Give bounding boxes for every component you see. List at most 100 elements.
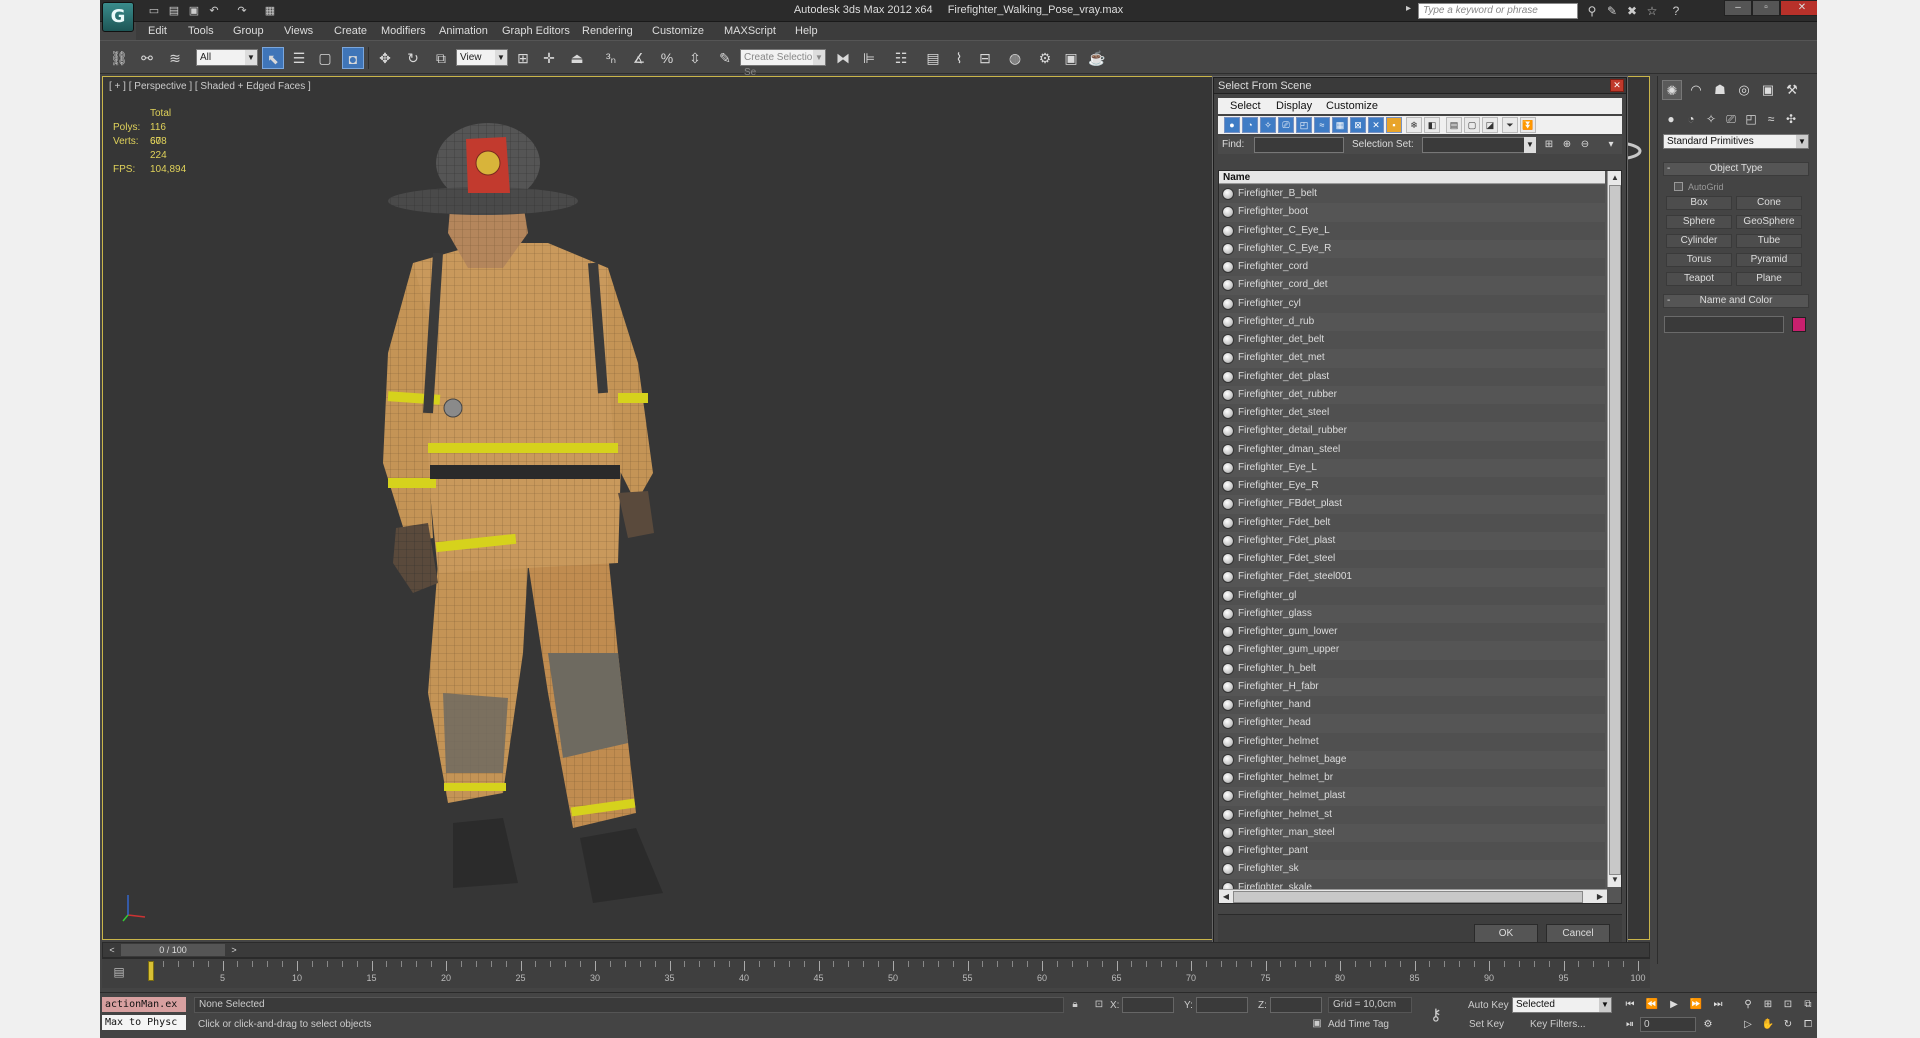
current-frame-field[interactable]: 0 — [1640, 1017, 1696, 1032]
list-item[interactable]: Firefighter_glass — [1219, 604, 1605, 623]
z-coordinate-field[interactable] — [1270, 997, 1322, 1013]
box-button[interactable]: Box — [1666, 196, 1732, 210]
menu-customize[interactable]: Customize — [652, 25, 704, 37]
list-item[interactable]: Firefighter_B_belt — [1219, 185, 1605, 204]
menu-views[interactable]: Views — [284, 25, 313, 37]
torus-button[interactable]: Torus — [1666, 253, 1732, 267]
list-item[interactable]: Firefighter_det_plast — [1219, 367, 1605, 386]
maximize-button[interactable]: ▫ — [1752, 0, 1780, 16]
select-none-icon[interactable]: ▢ — [1464, 117, 1480, 133]
display-frozen-icon[interactable]: ❄ — [1406, 117, 1422, 133]
list-item[interactable]: Firefighter_C_Eye_L — [1219, 221, 1605, 240]
list-item[interactable]: Firefighter_helmet_br — [1219, 769, 1605, 788]
name-column-header[interactable]: Name — [1219, 171, 1605, 184]
list-item[interactable]: Firefighter_d_rub — [1219, 312, 1605, 331]
list-item[interactable]: Firefighter_C_Eye_R — [1219, 239, 1605, 258]
plane-button[interactable]: Plane — [1736, 272, 1802, 286]
display-bones-icon[interactable]: ✕ — [1368, 117, 1384, 133]
angle-snap-icon[interactable]: ∡ — [628, 47, 650, 69]
edit-named-selection-icon[interactable]: ✎ — [714, 47, 736, 69]
y-coordinate-field[interactable] — [1196, 997, 1248, 1013]
scroll-left-icon[interactable]: ◀ — [1219, 890, 1233, 903]
list-item[interactable]: Firefighter_sk — [1219, 860, 1605, 879]
name-and-color-rollout[interactable]: - Name and Color — [1663, 294, 1809, 308]
menu-edit[interactable]: Edit — [148, 25, 167, 37]
add-time-tag[interactable]: Add Time Tag — [1328, 1019, 1389, 1030]
dialog-title-bar[interactable]: Select From Scene ✕ — [1214, 78, 1626, 94]
list-item[interactable]: Firefighter_det_belt — [1219, 331, 1605, 350]
list-item[interactable]: Firefighter_cyl — [1219, 294, 1605, 313]
go-to-end-icon[interactable]: ⏭ — [1710, 997, 1726, 1013]
object-category-dropdown[interactable]: Standard Primitives ▼ — [1663, 134, 1809, 149]
field-of-view-icon[interactable]: ▷ — [1740, 1017, 1756, 1033]
frame-counter[interactable]: 0 / 100 — [121, 944, 225, 956]
utilities-tab-icon[interactable]: ⚒ — [1782, 80, 1802, 100]
next-key-icon[interactable]: ⏩ — [1688, 997, 1704, 1013]
modify-tab-icon[interactable]: ◠ — [1686, 80, 1706, 100]
unlink-icon[interactable]: ⚯ — [136, 47, 158, 69]
key-mode-toggle-icon[interactable]: ⏯ — [1622, 1017, 1638, 1033]
dialog-menu-select[interactable]: Select — [1230, 100, 1261, 112]
viewport-label[interactable]: [ + ] [ Perspective ] [ Shaded + Edged F… — [109, 81, 311, 92]
set-key-icon[interactable]: ⚷ — [1430, 1005, 1442, 1025]
vertical-scrollbar[interactable]: ▲ ▼ — [1607, 171, 1621, 887]
hierarchy-filter-icon[interactable]: ⏬ — [1520, 117, 1536, 133]
selection-lock-icon[interactable]: 🔒︎ — [1068, 998, 1082, 1012]
display-geometry-icon[interactable]: ● — [1224, 117, 1240, 133]
menu-help[interactable]: Help — [795, 25, 818, 37]
set-key-button[interactable]: Set Key — [1469, 1019, 1504, 1030]
key-filters-button[interactable]: Key Filters... — [1530, 1019, 1586, 1030]
list-item[interactable]: Firefighter_head — [1219, 714, 1605, 733]
lights-icon[interactable]: ✧ — [1702, 110, 1720, 128]
display-hidden-icon[interactable]: ◧ — [1424, 117, 1440, 133]
remove-selection-set-icon[interactable]: ⊖ — [1578, 138, 1592, 152]
object-type-rollout[interactable]: - Object Type — [1663, 162, 1809, 176]
firefighter-model[interactable] — [318, 93, 778, 923]
zoom-extents-icon[interactable]: ⊡ — [1780, 997, 1796, 1013]
list-item[interactable]: Firefighter_helmet — [1219, 732, 1605, 751]
scroll-up-icon[interactable]: ▲ — [1608, 171, 1621, 185]
list-item[interactable]: Firefighter_gum_lower — [1219, 623, 1605, 642]
search-expand-icon[interactable]: ▸ — [1406, 3, 1411, 14]
create-tab-icon[interactable]: ✺ — [1662, 80, 1682, 100]
auto-key-button[interactable]: Auto Key — [1468, 1000, 1509, 1011]
mini-curve-editor-icon[interactable]: ▤ — [110, 965, 128, 981]
select-invert-icon[interactable]: ◪ — [1482, 117, 1498, 133]
chevron-down-icon[interactable]: ▼ — [1524, 137, 1536, 153]
close-button[interactable]: ✕ — [1780, 0, 1817, 16]
sort-filter-icon[interactable]: ⏷ — [1502, 117, 1518, 133]
select-and-manipulate-icon[interactable]: ✛ — [538, 47, 560, 69]
search-input[interactable]: Type a keyword or phrase — [1418, 3, 1578, 19]
list-item[interactable]: Firefighter_det_rubber — [1219, 385, 1605, 404]
communication-icon[interactable]: ✖ — [1624, 3, 1640, 19]
list-item[interactable]: Firefighter_Fdet_steel — [1219, 550, 1605, 569]
list-item[interactable]: Firefighter_Eye_L — [1219, 458, 1605, 477]
list-item[interactable]: Firefighter_gl — [1219, 586, 1605, 605]
percent-snap-icon[interactable]: % — [656, 47, 678, 69]
scroll-down-icon[interactable]: ▼ — [1608, 873, 1621, 887]
list-item[interactable]: Firefighter_gum_upper — [1219, 641, 1605, 660]
render-production-icon[interactable]: ☕ — [1086, 47, 1108, 69]
menu-graph-editors[interactable]: Graph Editors — [502, 25, 570, 37]
scale-icon[interactable]: ⧉ — [430, 47, 452, 69]
zoom-all-icon[interactable]: ⊞ — [1760, 997, 1776, 1013]
zoom-icon[interactable]: ⚲ — [1740, 997, 1756, 1013]
graphite-ribbon-icon[interactable]: ▤ — [922, 47, 944, 69]
autogrid-checkbox[interactable] — [1674, 182, 1683, 191]
tube-button[interactable]: Tube — [1736, 234, 1802, 248]
find-input[interactable] — [1254, 137, 1344, 153]
select-object-icon[interactable]: ⬉ — [262, 47, 284, 69]
scrollbar-thumb[interactable] — [1609, 185, 1621, 875]
space-warps-icon[interactable]: ≈ — [1762, 110, 1780, 128]
maximize-viewport-icon[interactable]: ⧠ — [1800, 1017, 1816, 1033]
geometry-icon[interactable]: ● — [1662, 110, 1680, 128]
key-mode-dropdown[interactable]: Selected ▼ — [1512, 997, 1612, 1013]
time-tag-icon[interactable]: ▣ — [1310, 1017, 1324, 1031]
menu-create[interactable]: Create — [334, 25, 367, 37]
display-cameras-icon[interactable]: ⎚ — [1278, 117, 1294, 133]
pyramid-button[interactable]: Pyramid — [1736, 253, 1802, 267]
display-shapes-icon[interactable]: ◔ — [1242, 117, 1258, 133]
add-selection-set-icon[interactable]: ⊕ — [1560, 138, 1574, 152]
track-bar[interactable]: ▤ 5 10 15 20 25 30 35 40 45 50 55 60 65 70 75 80 85 90 95 1… — [102, 958, 1650, 988]
list-item[interactable]: Firefighter_helmet_plast — [1219, 787, 1605, 806]
